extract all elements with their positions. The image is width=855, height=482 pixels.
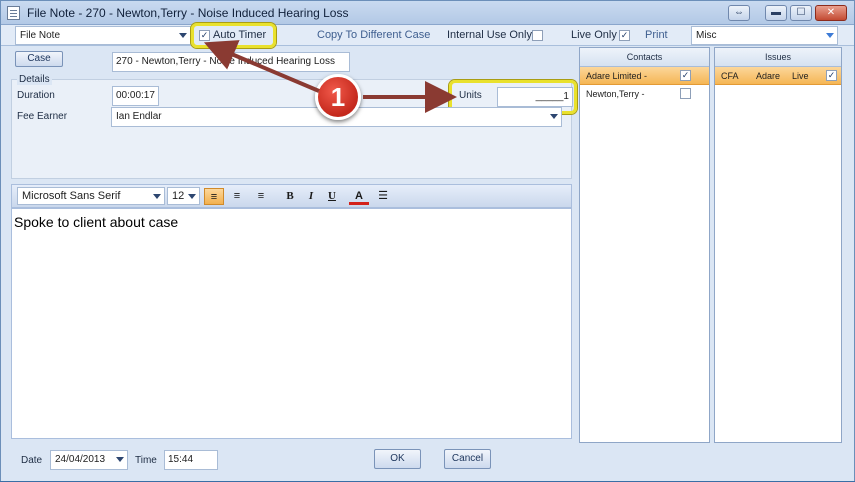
chevron-down-icon xyxy=(188,194,196,199)
restore-arrows-icon[interactable]: ⇔ xyxy=(728,5,750,21)
issues-panel: Issues CFA Adare Live ✓ xyxy=(714,47,842,443)
underline-button[interactable]: U xyxy=(322,188,342,205)
chevron-down-icon xyxy=(116,457,124,462)
title-bar: File Note - 270 - Newton,Terry - Noise I… xyxy=(1,1,854,25)
italic-button[interactable]: I xyxy=(301,188,321,205)
internal-use-label: Internal Use Only xyxy=(447,29,532,41)
align-right-icon[interactable]: ≡ xyxy=(251,188,271,205)
font-family-select[interactable]: Microsoft Sans Serif xyxy=(17,187,165,205)
step-callout-badge: 1 xyxy=(315,74,361,120)
fee-earner-value: Ian Endlar xyxy=(116,111,162,122)
bullet-list-icon[interactable]: ☰ xyxy=(373,188,393,205)
contact-row[interactable]: Adare Limited - ✓ xyxy=(580,67,709,85)
live-only-label: Live Only xyxy=(571,29,617,41)
live-only-checkbox[interactable]: ✓ xyxy=(619,30,630,41)
details-heading: Details xyxy=(17,74,52,85)
date-value: 24/04/2013 xyxy=(55,454,106,465)
case-field: 270 - Newton,Terry - Noise Induced Heari… xyxy=(112,52,350,72)
duration-label: Duration xyxy=(17,90,55,101)
font-size-select[interactable]: 12 xyxy=(167,187,200,205)
minimize-button[interactable]: ▬ xyxy=(765,5,787,21)
time-field[interactable]: 15:44 xyxy=(164,450,218,470)
date-label: Date xyxy=(21,455,43,466)
chevron-down-icon xyxy=(179,33,187,38)
note-editor[interactable]: Spoke to client about case xyxy=(11,208,572,439)
issue-row[interactable]: CFA Adare Live ✓ xyxy=(715,67,841,85)
contacts-header: Contacts xyxy=(580,48,709,67)
category-select[interactable]: Misc xyxy=(691,26,838,45)
contact-name: Newton,Terry - xyxy=(586,89,645,99)
chevron-down-icon xyxy=(153,194,161,199)
formatting-toolbar: Microsoft Sans Serif 12 ≡ ≡ ≡ B I U A ☰ xyxy=(11,184,572,208)
chevron-down-icon xyxy=(826,33,834,38)
cancel-button[interactable]: Cancel xyxy=(444,449,491,469)
chevron-down-icon xyxy=(550,114,558,119)
footer-bar: Date 24/04/2013 Time 15:44 OK Cancel xyxy=(1,445,854,481)
font-size-value: 12 xyxy=(172,190,185,202)
toolbar: File Note ✓ Auto Timer Copy To Different… xyxy=(1,25,854,46)
bold-button[interactable]: B xyxy=(280,188,300,205)
contact-row[interactable]: Newton,Terry - xyxy=(580,85,709,103)
copy-to-different-case-button[interactable]: Copy To Different Case xyxy=(317,29,430,41)
fee-earner-label: Fee Earner xyxy=(17,111,68,122)
date-picker[interactable]: 24/04/2013 xyxy=(50,450,128,470)
auto-timer-highlight xyxy=(191,23,276,48)
issue-checkbox[interactable]: ✓ xyxy=(826,70,837,81)
contact-checkbox[interactable]: ✓ xyxy=(680,70,691,81)
issues-header: Issues xyxy=(715,48,841,67)
maximize-button[interactable]: ☐ xyxy=(790,5,812,21)
document-icon xyxy=(7,6,20,20)
close-button[interactable]: ✕ xyxy=(815,5,847,21)
note-type-select[interactable]: File Note xyxy=(15,26,191,45)
file-note-window: File Note - 270 - Newton,Terry - Noise I… xyxy=(0,0,855,481)
note-type-value: File Note xyxy=(20,30,61,41)
internal-use-checkbox[interactable] xyxy=(532,30,543,41)
case-button[interactable]: Case xyxy=(15,51,63,67)
duration-field[interactable]: 00:00:17 xyxy=(112,86,159,106)
contact-checkbox[interactable] xyxy=(680,88,691,99)
category-value: Misc xyxy=(696,30,717,41)
window-title: File Note - 270 - Newton,Terry - Noise I… xyxy=(27,6,349,20)
contacts-panel: Contacts Adare Limited - ✓ Newton,Terry … xyxy=(579,47,710,443)
issue-client: Adare xyxy=(756,71,781,81)
issue-code: CFA xyxy=(721,71,739,81)
font-color-icon[interactable]: A xyxy=(349,188,369,205)
time-label: Time xyxy=(135,455,157,466)
ok-button[interactable]: OK xyxy=(374,449,421,469)
font-family-value: Microsoft Sans Serif xyxy=(22,190,121,202)
print-button[interactable]: Print xyxy=(645,29,668,41)
issue-status: Live xyxy=(792,71,809,81)
align-center-icon[interactable]: ≡ xyxy=(227,188,247,205)
align-left-icon[interactable]: ≡ xyxy=(204,188,224,205)
contact-name: Adare Limited - xyxy=(586,71,648,81)
note-body-text[interactable]: Spoke to client about case xyxy=(14,214,178,230)
